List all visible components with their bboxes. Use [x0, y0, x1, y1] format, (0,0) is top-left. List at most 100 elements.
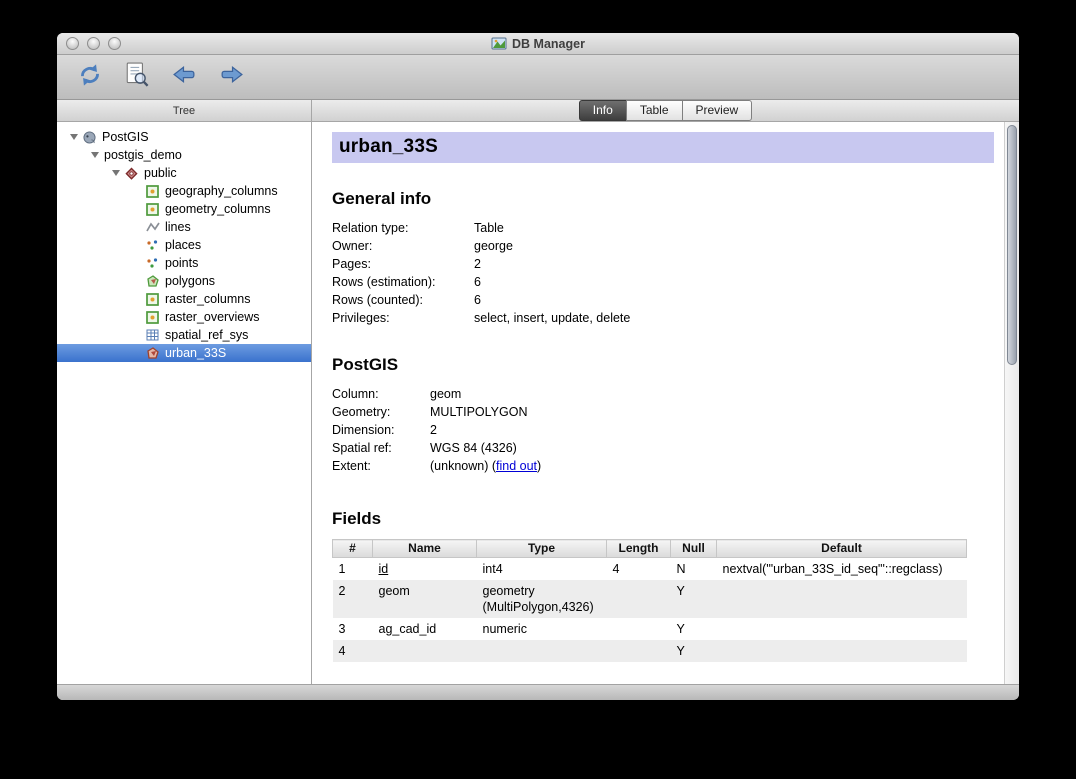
info-row-label: Geometry: [332, 403, 430, 421]
db-manager-window: DB Manager Tree InfoTablePreview PostGIS… [57, 33, 1019, 700]
points-icon [145, 256, 160, 271]
expander-placeholder [132, 326, 145, 344]
vertical-scrollbar[interactable] [1004, 122, 1019, 684]
info-row-label: Privileges: [332, 309, 474, 327]
tree-item-label: spatial_ref_sys [164, 328, 248, 342]
app-icon [491, 36, 507, 51]
tree-item-raster_columns[interactable]: raster_columns [57, 290, 311, 308]
postgis-heading: PostGIS [332, 355, 994, 375]
tree-item-label: postgis_demo [103, 148, 182, 162]
fields-column-header: Length [607, 540, 671, 558]
info-row-label: Spatial ref: [332, 439, 430, 457]
cell-default [717, 640, 967, 662]
scrollbar-thumb[interactable] [1007, 125, 1017, 365]
expander-placeholder [132, 218, 145, 236]
tree-item-postgis_demo[interactable]: postgis_demo [57, 146, 311, 164]
expander-arrow-icon[interactable] [111, 164, 124, 182]
tree-item-PostGIS[interactable]: PostGIS [57, 128, 311, 146]
tree-item-polygons[interactable]: polygons [57, 272, 311, 290]
info-row: Extent:(unknown) (find out) [332, 457, 994, 475]
info-row: Pages:2 [332, 255, 994, 273]
refresh-button[interactable] [73, 60, 107, 94]
postgis-rows: Column:geomGeometry:MULTIPOLYGONDimensio… [332, 385, 994, 475]
expander-placeholder [132, 344, 145, 362]
expander-placeholder [132, 236, 145, 254]
info-row-label: Dimension: [332, 421, 430, 439]
info-row: Privileges:select, insert, update, delet… [332, 309, 994, 327]
close-button[interactable] [66, 37, 79, 50]
tree-item-urban_33S[interactable]: urban_33S [57, 344, 311, 362]
tree-item-spatial_ref_sys[interactable]: spatial_ref_sys [57, 326, 311, 344]
cell-name: geom [373, 580, 477, 618]
cell-type [477, 640, 607, 662]
info-row-value: WGS 84 (4326) [430, 439, 517, 457]
tab-preview[interactable]: Preview [682, 100, 753, 121]
table-icon [145, 292, 160, 307]
info-row: Geometry:MULTIPOLYGON [332, 403, 994, 421]
info-row: Owner:george [332, 237, 994, 255]
info-row: Relation type:Table [332, 219, 994, 237]
header-strip: Tree InfoTablePreview [57, 100, 1019, 122]
expander-placeholder [132, 272, 145, 290]
info-row-value: 2 [474, 255, 481, 273]
tree-item-label: lines [164, 220, 191, 234]
cell-null: Y [671, 580, 717, 618]
sql-window-button[interactable] [120, 60, 154, 94]
info-row: Dimension:2 [332, 421, 994, 439]
table-icon [145, 184, 160, 199]
export-layer-button[interactable] [214, 60, 248, 94]
polygon-icon [145, 274, 160, 289]
cell-name: ag_cad_id [373, 618, 477, 640]
minimize-button[interactable] [87, 37, 100, 50]
urban-polygon-icon [145, 346, 160, 361]
tree-item-points[interactable]: points [57, 254, 311, 272]
cell-name [373, 640, 477, 662]
zoom-button[interactable] [108, 37, 121, 50]
expander-arrow-icon[interactable] [90, 146, 103, 164]
toolbar [57, 55, 1019, 100]
fields-heading: Fields [332, 509, 994, 529]
fields-column-header: Type [477, 540, 607, 558]
expander-placeholder [132, 254, 145, 272]
titlebar[interactable]: DB Manager [57, 33, 1019, 55]
info-row-label: Rows (counted): [332, 291, 474, 309]
expander-placeholder [132, 308, 145, 326]
tree-item-lines[interactable]: lines [57, 218, 311, 236]
tree-item-public[interactable]: public [57, 164, 311, 182]
general-info-heading: General info [332, 189, 994, 209]
import-layer-button[interactable] [167, 60, 201, 94]
info-row-value: MULTIPOLYGON [430, 403, 527, 421]
tree-panel: PostGIS postgis_demopublicgeography_colum… [57, 122, 312, 684]
tab-table[interactable]: Table [626, 100, 683, 121]
info-row-value: geom [430, 385, 461, 403]
tree-item-raster_overviews[interactable]: raster_overviews [57, 308, 311, 326]
export-arrow-icon [218, 63, 245, 91]
cell-null: N [671, 558, 717, 581]
cell-default: nextval('"urban_33S_id_seq"'::regclass) [717, 558, 967, 581]
find-out-link[interactable]: find out [496, 459, 537, 473]
field-name-link[interactable]: id [379, 562, 389, 576]
info-row-value: Table [474, 219, 504, 237]
info-row-value: george [474, 237, 513, 255]
info-row: Spatial ref:WGS 84 (4326) [332, 439, 994, 457]
tree-item-places[interactable]: places [57, 236, 311, 254]
cell-num: 3 [333, 618, 373, 640]
cell-num: 1 [333, 558, 373, 581]
tree-item-label: raster_overviews [164, 310, 259, 324]
cell-default [717, 580, 967, 618]
info-panel: urban_33S General info Relation type:Tab… [312, 122, 1019, 684]
table-icon [145, 310, 160, 325]
sql-window-icon [125, 62, 149, 93]
cell-length [607, 618, 671, 640]
tree-item-label: polygons [164, 274, 215, 288]
expander-arrow-icon[interactable] [69, 128, 82, 146]
tree-item-label: places [164, 238, 201, 252]
tree-panel-header: Tree [57, 100, 312, 121]
cell-null: Y [671, 640, 717, 662]
tree-item-geography_columns[interactable]: geography_columns [57, 182, 311, 200]
fields-column-header: Name [373, 540, 477, 558]
cell-type: geometry (MultiPolygon,4326) [477, 580, 607, 618]
tree-item-geometry_columns[interactable]: geometry_columns [57, 200, 311, 218]
tab-info[interactable]: Info [579, 100, 627, 121]
traffic-lights [66, 37, 121, 50]
